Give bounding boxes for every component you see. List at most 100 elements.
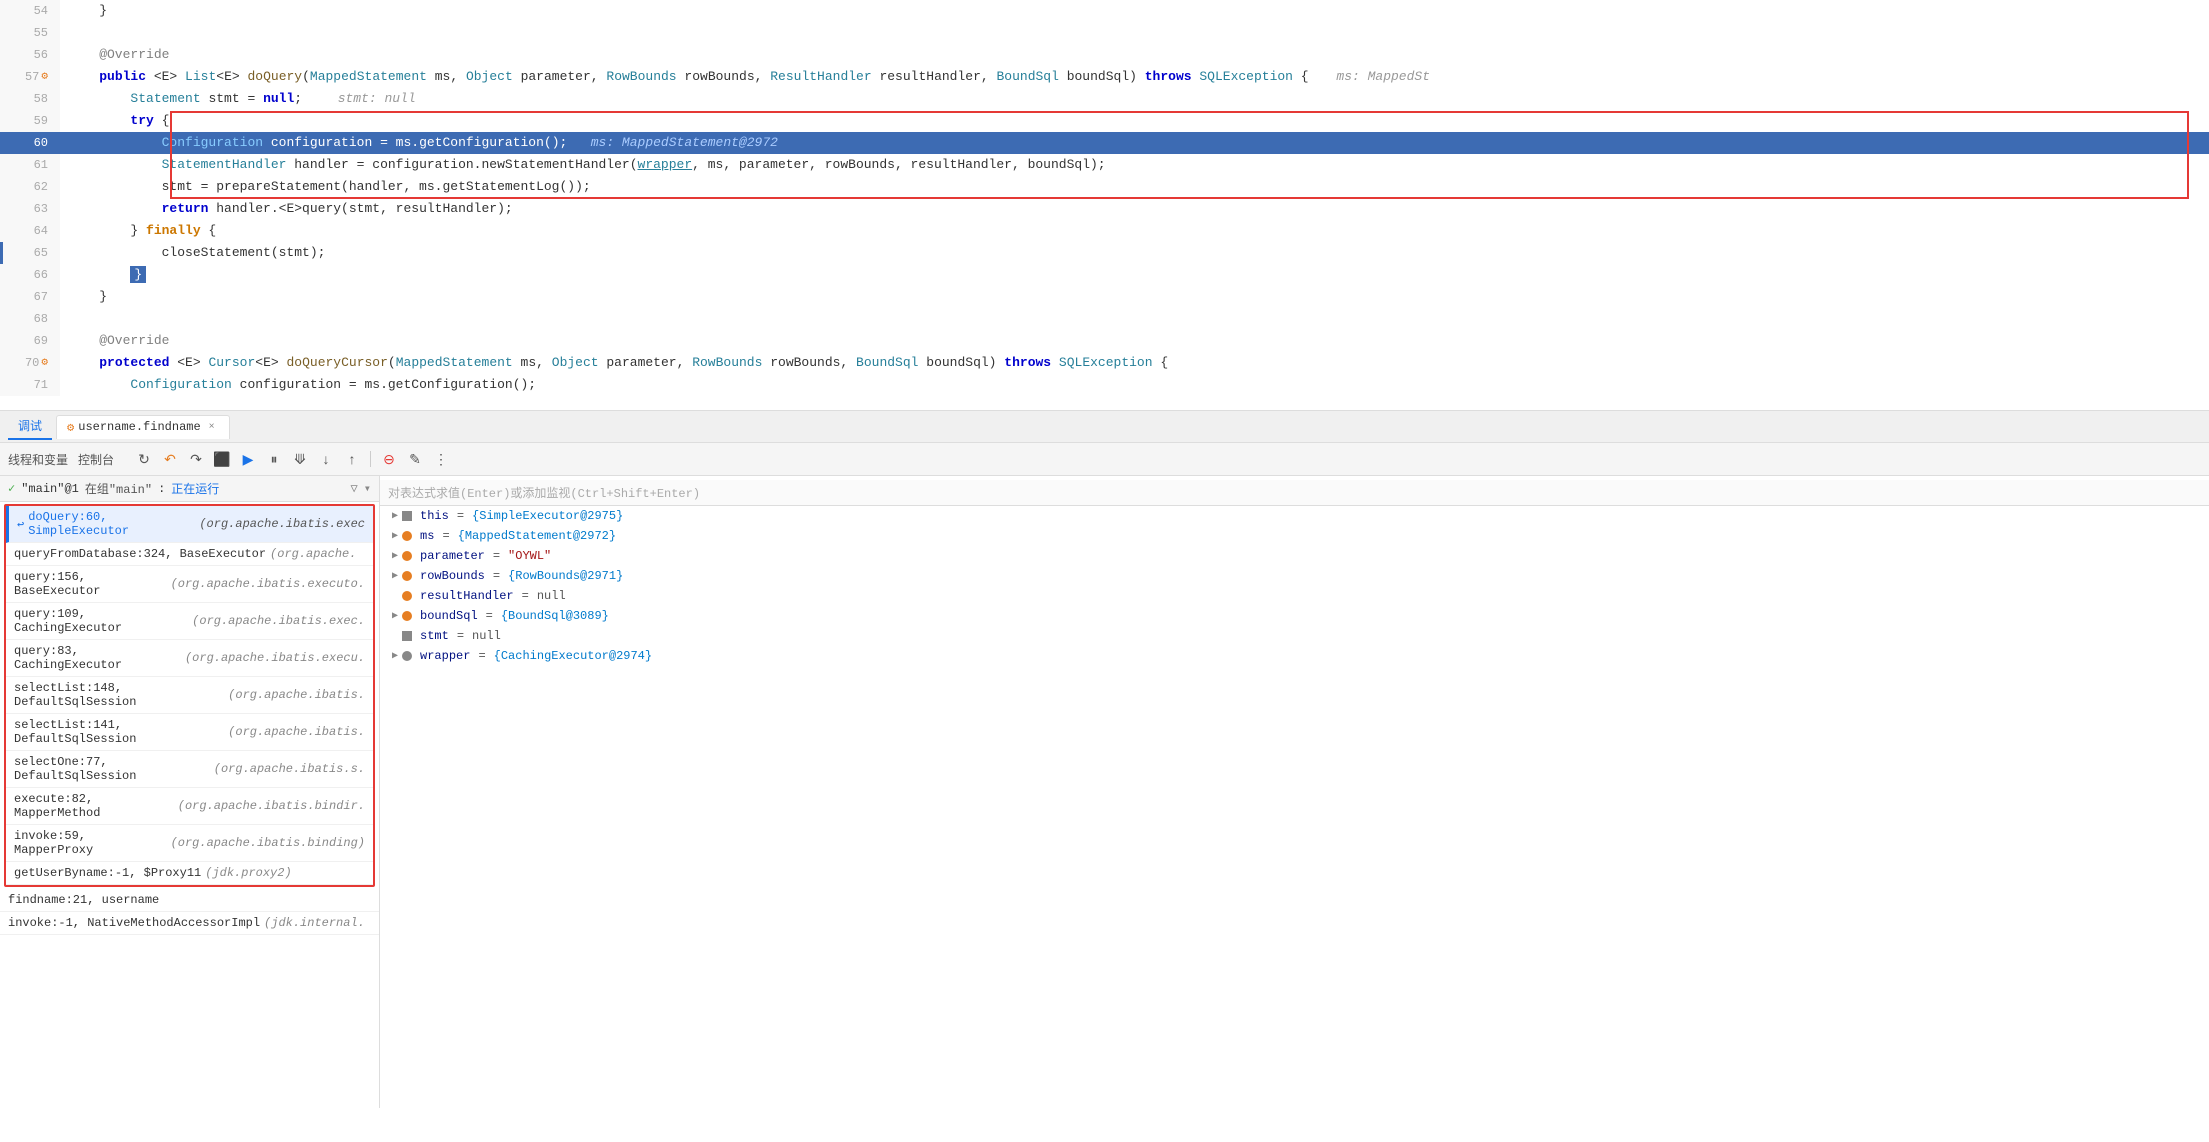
dropdown-arrow[interactable]: ▾	[364, 481, 371, 496]
toolbar-btn-step-into[interactable]: ⏸	[262, 447, 286, 471]
line-num-68: 68	[0, 308, 60, 330]
var-eq-stmt: =	[457, 629, 464, 643]
stack-frame-1[interactable]: queryFromDatabase:324, BaseExecutor (org…	[6, 543, 373, 566]
filter-icon[interactable]: ▽	[351, 481, 358, 496]
toolbar-btn-resume[interactable]: ↶	[158, 447, 182, 471]
stack-frame-5[interactable]: selectList:148, DefaultSqlSession (org.a…	[6, 677, 373, 714]
var-expand-rowbounds[interactable]: ▶	[392, 570, 398, 582]
var-expand-boundsql[interactable]: ▶	[392, 610, 398, 622]
stack-frame-method-6: selectList:141, DefaultSqlSession	[14, 718, 224, 746]
var-icon-parameter	[402, 551, 412, 561]
line-content-61: StatementHandler handler = configuration…	[60, 154, 2209, 176]
toolbar-btn-mute[interactable]: ⊖	[377, 447, 401, 471]
tab-debug[interactable]: 调试	[8, 413, 52, 440]
stack-frame-3[interactable]: query:109, CachingExecutor (org.apache.i…	[6, 603, 373, 640]
stack-frame-12[interactable]: invoke:-1, NativeMethodAccessorImpl (jdk…	[0, 912, 379, 935]
line-num-64: 64	[0, 220, 60, 242]
stack-frame-method-2: query:156, BaseExecutor	[14, 570, 167, 598]
var-expand-this[interactable]: ▶	[392, 510, 398, 522]
stack-frame-9[interactable]: invoke:59, MapperProxy (org.apache.ibati…	[6, 825, 373, 862]
stack-frame-8[interactable]: execute:82, MapperMethod (org.apache.iba…	[6, 788, 373, 825]
toolbar-btn-step-out[interactable]: ⟱	[288, 447, 312, 471]
stack-frame-class-0: (org.apache.ibatis.exec	[199, 517, 365, 531]
code-line-55: 55	[0, 22, 2209, 44]
var-value-resulthandler: null	[537, 589, 566, 603]
var-expand-parameter[interactable]: ▶	[392, 550, 398, 562]
var-name-parameter: parameter	[420, 549, 485, 563]
thread-panel: ✓ "main"@1 在组"main" : 正在运行 ▽ ▾ ↩ doQuery…	[0, 476, 380, 1108]
line-content-60: Configuration configuration = ms.getConf…	[60, 132, 2209, 154]
toolbar-btn-stop[interactable]: ⬛	[210, 447, 234, 471]
line-num-57: 57⚙	[0, 66, 60, 88]
code-line-69: 69 @Override	[0, 330, 2209, 352]
toolbar-btn-down[interactable]: ↓	[314, 447, 338, 471]
var-name-this: this	[420, 509, 449, 523]
line-content-65: closeStatement(stmt);	[60, 242, 2209, 264]
var-parameter: ▶ parameter = "OYWL"	[380, 546, 2209, 566]
line-content-58: Statement stmt = null; stmt: null	[60, 88, 2209, 110]
stack-frame-2[interactable]: query:156, BaseExecutor (org.apache.ibat…	[6, 566, 373, 603]
var-icon-stmt	[402, 631, 412, 641]
var-name-resulthandler: resultHandler	[420, 589, 514, 603]
code-line-60: 60 Configuration configuration = ms.getC…	[0, 132, 2209, 154]
var-expand-resulthandler	[392, 591, 398, 602]
code-line-56: 56 @Override	[0, 44, 2209, 66]
toolbar-btn-edit[interactable]: ✎	[403, 447, 427, 471]
stack-frame-class-8: (org.apache.ibatis.bindir.	[178, 799, 365, 813]
code-line-65: 65 closeStatement(stmt);	[0, 242, 2209, 264]
var-ms: ▶ ms = {MappedStatement@2972}	[380, 526, 2209, 546]
var-name-stmt: stmt	[420, 629, 449, 643]
var-value-boundsql: {BoundSql@3089}	[501, 609, 609, 623]
var-eq-parameter: =	[493, 549, 500, 563]
stack-frame-4[interactable]: query:83, CachingExecutor (org.apache.ib…	[6, 640, 373, 677]
stack-frame-class-9: (org.apache.ibatis.binding)	[171, 836, 365, 850]
var-icon-ms	[402, 531, 412, 541]
line-num-60: 60	[0, 132, 60, 154]
var-name-boundsql: boundSql	[420, 609, 478, 623]
stack-frame-method-8: execute:82, MapperMethod	[14, 792, 174, 820]
line-content-63: return handler.<E>query(stmt, resultHand…	[60, 198, 2209, 220]
var-value-this: {SimpleExecutor@2975}	[472, 509, 623, 523]
var-rowbounds: ▶ rowBounds = {RowBounds@2971}	[380, 566, 2209, 586]
line-content-57: public <E> List<E> doQuery(MappedStateme…	[60, 66, 2209, 88]
code-line-59: 59 try {	[0, 110, 2209, 132]
toolbar-btn-up[interactable]: ↑	[340, 447, 364, 471]
stack-frame-class-10: (jdk.proxy2)	[205, 866, 291, 880]
toolbar-label-vars: 线程和变量	[8, 451, 68, 468]
code-line-57: 57⚙ public <E> List<E> doQuery(MappedSta…	[0, 66, 2209, 88]
code-line-67: 67 }	[0, 286, 2209, 308]
toolbar-btn-step-over[interactable]: ▶	[236, 447, 260, 471]
thread-header: ✓ "main"@1 在组"main" : 正在运行 ▽ ▾	[0, 476, 379, 502]
stack-frame-10[interactable]: getUserByname:-1, $Proxy11 (jdk.proxy2)	[6, 862, 373, 885]
stack-frame-11[interactable]: findname:21, username	[0, 889, 379, 912]
var-expand-wrapper[interactable]: ▶	[392, 650, 398, 662]
var-name-rowbounds: rowBounds	[420, 569, 485, 583]
tab-filename[interactable]: ⚙ username.findname ×	[56, 415, 230, 439]
stack-frame-7[interactable]: selectOne:77, DefaultSqlSession (org.apa…	[6, 751, 373, 788]
expression-input-bar[interactable]: 对表达式求值(Enter)或添加监视(Ctrl+Shift+Enter)	[380, 480, 2209, 506]
stack-frame-active[interactable]: ↩ doQuery:60, SimpleExecutor (org.apache…	[6, 506, 373, 543]
line-content-69: @Override	[60, 330, 2209, 352]
var-expand-ms[interactable]: ▶	[392, 530, 398, 542]
code-line-61: 61 StatementHandler handler = configurat…	[0, 154, 2209, 176]
line-content-64: } finally {	[60, 220, 2209, 242]
toolbar-btn-more[interactable]: ⋮	[429, 447, 453, 471]
debug-content: ✓ "main"@1 在组"main" : 正在运行 ▽ ▾ ↩ doQuery…	[0, 476, 2209, 1108]
stack-frame-class-3: (org.apache.ibatis.exec.	[192, 614, 365, 628]
thread-colon: :	[158, 482, 165, 496]
code-line-63: 63 return handler.<E>query(stmt, resultH…	[0, 198, 2209, 220]
check-icon: ✓	[8, 481, 15, 496]
tab-close-btn[interactable]: ×	[205, 420, 219, 434]
stack-frame-6[interactable]: selectList:141, DefaultSqlSession (org.a…	[6, 714, 373, 751]
line-num-67: 67	[0, 286, 60, 308]
toolbar-btn-pause[interactable]: ↷	[184, 447, 208, 471]
var-name-wrapper: wrapper	[420, 649, 470, 663]
line-num-59: 59	[0, 110, 60, 132]
code-line-62: 62 stmt = prepareStatement(handler, ms.g…	[0, 176, 2209, 198]
toolbar-btn-restart[interactable]: ↻	[132, 447, 156, 471]
line-content-68	[60, 308, 2209, 330]
code-line-54: 54 }	[0, 0, 2209, 22]
stack-frame-method-0: doQuery:60, SimpleExecutor	[28, 510, 195, 538]
line-content-54: }	[60, 0, 2209, 22]
var-stmt: stmt = null	[380, 626, 2209, 646]
